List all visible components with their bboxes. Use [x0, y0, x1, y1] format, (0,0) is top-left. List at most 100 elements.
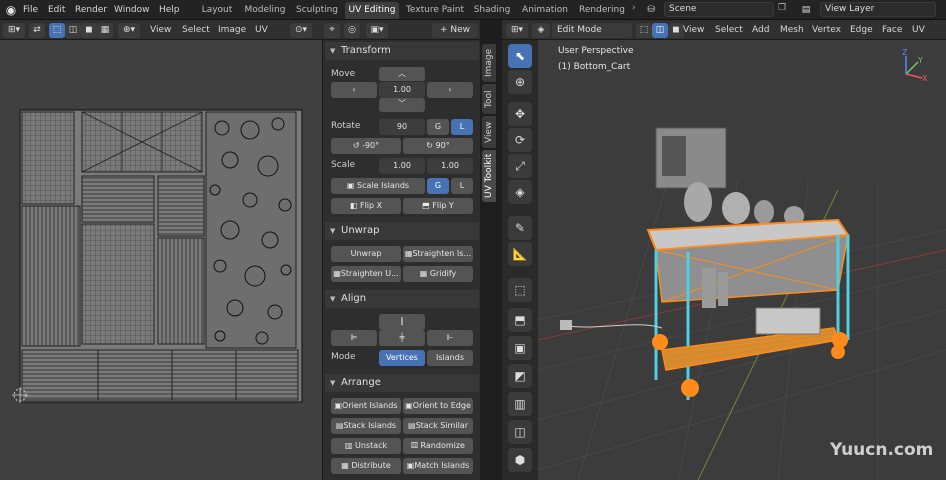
- image-browse-icon[interactable]: ▣▾: [366, 23, 388, 38]
- scale-y-field[interactable]: 1.00: [427, 158, 473, 174]
- face-select-icon[interactable]: ◼: [81, 23, 97, 38]
- unwrap-button[interactable]: Unwrap: [331, 246, 401, 262]
- scale-global-button[interactable]: G: [427, 178, 449, 194]
- poly-build-tool-icon[interactable]: ⬢: [508, 448, 532, 472]
- scene-field[interactable]: Scene: [664, 2, 774, 17]
- distribute-button[interactable]: ▦ Distribute: [331, 458, 401, 474]
- randomize-button[interactable]: ⚄ Randomize: [403, 438, 473, 454]
- pivot-icon[interactable]: ⊙▾: [290, 23, 312, 38]
- vp-menu-face[interactable]: Face: [882, 23, 902, 38]
- vp-menu-edge[interactable]: Edge: [850, 23, 873, 38]
- vp-menu-vertex[interactable]: Vertex: [812, 23, 841, 38]
- tab-view[interactable]: View: [482, 116, 496, 148]
- move-tool-icon[interactable]: ✥: [508, 102, 532, 126]
- uv-menu-uv[interactable]: UV: [255, 23, 268, 38]
- scale-x-field[interactable]: 1.00: [379, 158, 425, 174]
- stack-similar-button[interactable]: ▤Stack Similar: [403, 418, 473, 434]
- edge-select-icon[interactable]: ◫: [65, 23, 81, 38]
- tab-image[interactable]: Image: [482, 44, 496, 82]
- straighten-island-button[interactable]: ▦Straighten Is...: [403, 246, 473, 262]
- rotate-cw-button[interactable]: ↻ 90°: [403, 138, 473, 154]
- gridify-button[interactable]: ▦ Gridify: [403, 266, 473, 282]
- move-value-field[interactable]: 1.00: [379, 82, 425, 98]
- flip-x-button[interactable]: ◧ Flip X: [331, 198, 401, 214]
- menu-edit[interactable]: Edit: [48, 3, 65, 17]
- tab-tool[interactable]: Tool: [482, 84, 496, 114]
- mode-islands-button[interactable]: Islands: [427, 350, 473, 366]
- blender-logo-icon[interactable]: ◉: [4, 3, 18, 17]
- move-down-button[interactable]: ﹀: [379, 98, 425, 112]
- align-center-button[interactable]: ╪: [379, 330, 425, 346]
- align-left-button[interactable]: ⊫: [331, 330, 377, 346]
- mode-dropdown[interactable]: Edit Mode: [552, 23, 632, 38]
- vp-menu-select[interactable]: Select: [715, 23, 743, 38]
- scale-tool-icon[interactable]: ⤢: [508, 154, 532, 178]
- new-image-button[interactable]: + New: [432, 23, 478, 38]
- inset-tool-icon[interactable]: ▣: [508, 336, 532, 360]
- mode-vertices-button[interactable]: Vertices: [379, 350, 425, 366]
- tab-uv-toolkit[interactable]: UV Toolkit: [482, 150, 496, 202]
- uv-menu-image[interactable]: Image: [218, 23, 246, 38]
- face-mode-icon[interactable]: ◼: [668, 23, 684, 38]
- edge-mode-icon[interactable]: ◫: [652, 23, 668, 38]
- menu-help[interactable]: Help: [159, 3, 180, 17]
- extrude-tool-icon[interactable]: ⬒: [508, 308, 532, 332]
- transform-section-header[interactable]: ▼ Transform: [325, 42, 479, 60]
- uv-editor-viewport[interactable]: [0, 40, 322, 480]
- uv-menu-select[interactable]: Select: [182, 23, 210, 38]
- navigation-gizmo[interactable]: X Y Z: [888, 48, 938, 88]
- tab-animation[interactable]: Animation: [517, 2, 573, 19]
- tab-layout[interactable]: Layout: [197, 2, 237, 19]
- rotate-local-button[interactable]: L: [451, 119, 473, 135]
- loop-cut-tool-icon[interactable]: ▥: [508, 392, 532, 416]
- snap-icon[interactable]: ⌖: [324, 23, 340, 38]
- rotate-tool-icon[interactable]: ⟳: [508, 128, 532, 152]
- tab-shading[interactable]: Shading: [471, 2, 513, 19]
- stack-islands-button[interactable]: ▤Stack Islands: [331, 418, 401, 434]
- proportional-edit-icon[interactable]: ◎: [344, 23, 360, 38]
- editor-type-icon[interactable]: ⊞▾: [3, 23, 25, 38]
- view-layer-icon[interactable]: ▤: [797, 2, 815, 18]
- orient-to-edge-button[interactable]: ▣Orient to Edge: [403, 398, 473, 414]
- move-left-button[interactable]: ‹: [331, 82, 377, 98]
- vp-menu-view[interactable]: View: [683, 23, 704, 38]
- edit-mode-icon[interactable]: ◈: [532, 23, 550, 38]
- annotate-tool-icon[interactable]: ✎: [508, 216, 532, 240]
- orient-islands-button[interactable]: ▣Orient Islands: [331, 398, 401, 414]
- vertex-select-icon[interactable]: ⬚: [49, 23, 65, 38]
- transform-tool-icon[interactable]: ◈: [508, 180, 532, 204]
- uv-layout-canvas[interactable]: [0, 40, 322, 480]
- vp-menu-uv[interactable]: UV: [912, 23, 925, 38]
- rotate-value-field[interactable]: 90: [379, 119, 425, 135]
- tab-sculpting[interactable]: Sculpting: [293, 2, 341, 19]
- menu-file[interactable]: File: [23, 3, 38, 17]
- scale-islands-button[interactable]: ▣ Scale Islands: [331, 178, 425, 194]
- cursor-tool-icon[interactable]: ⊕: [508, 70, 532, 94]
- add-cube-tool-icon[interactable]: ⬚: [508, 278, 532, 302]
- move-right-button[interactable]: ›: [427, 82, 473, 98]
- tab-modeling[interactable]: Modeling: [241, 2, 289, 19]
- scale-local-button[interactable]: L: [451, 178, 473, 194]
- scene-canvas[interactable]: [538, 40, 946, 480]
- vp-menu-add[interactable]: Add: [752, 23, 769, 38]
- copy-icon[interactable]: ❐: [778, 3, 786, 13]
- straighten-uv-button[interactable]: ▦Straighten U...: [331, 266, 401, 282]
- tab-rendering[interactable]: Rendering: [577, 2, 627, 19]
- rotate-global-button[interactable]: G: [427, 119, 449, 135]
- view-layer-field[interactable]: View Layer: [820, 2, 936, 17]
- vertex-mode-icon[interactable]: ⬚: [636, 23, 652, 38]
- rotate-ccw-button[interactable]: ↺ -90°: [331, 138, 401, 154]
- tab-texture-paint[interactable]: Texture Paint: [403, 2, 467, 19]
- measure-tool-icon[interactable]: 📐: [508, 242, 532, 266]
- 3d-viewport[interactable]: User Perspective (1) Bottom_Cart X Y Z Y…: [538, 40, 946, 480]
- select-box-tool-icon[interactable]: ⬉: [508, 44, 532, 68]
- editor-type-icon[interactable]: ⊞▾: [506, 23, 528, 38]
- align-section-header[interactable]: ▼ Align: [325, 290, 479, 308]
- menu-render[interactable]: Render: [75, 3, 107, 17]
- island-select-icon[interactable]: ▦: [97, 23, 113, 38]
- bevel-tool-icon[interactable]: ◩: [508, 364, 532, 388]
- move-up-button[interactable]: ︿: [379, 67, 425, 81]
- align-top-button[interactable]: ⫿: [379, 314, 425, 330]
- scene-icon[interactable]: ⛁: [641, 2, 661, 18]
- knife-tool-icon[interactable]: ◫: [508, 420, 532, 444]
